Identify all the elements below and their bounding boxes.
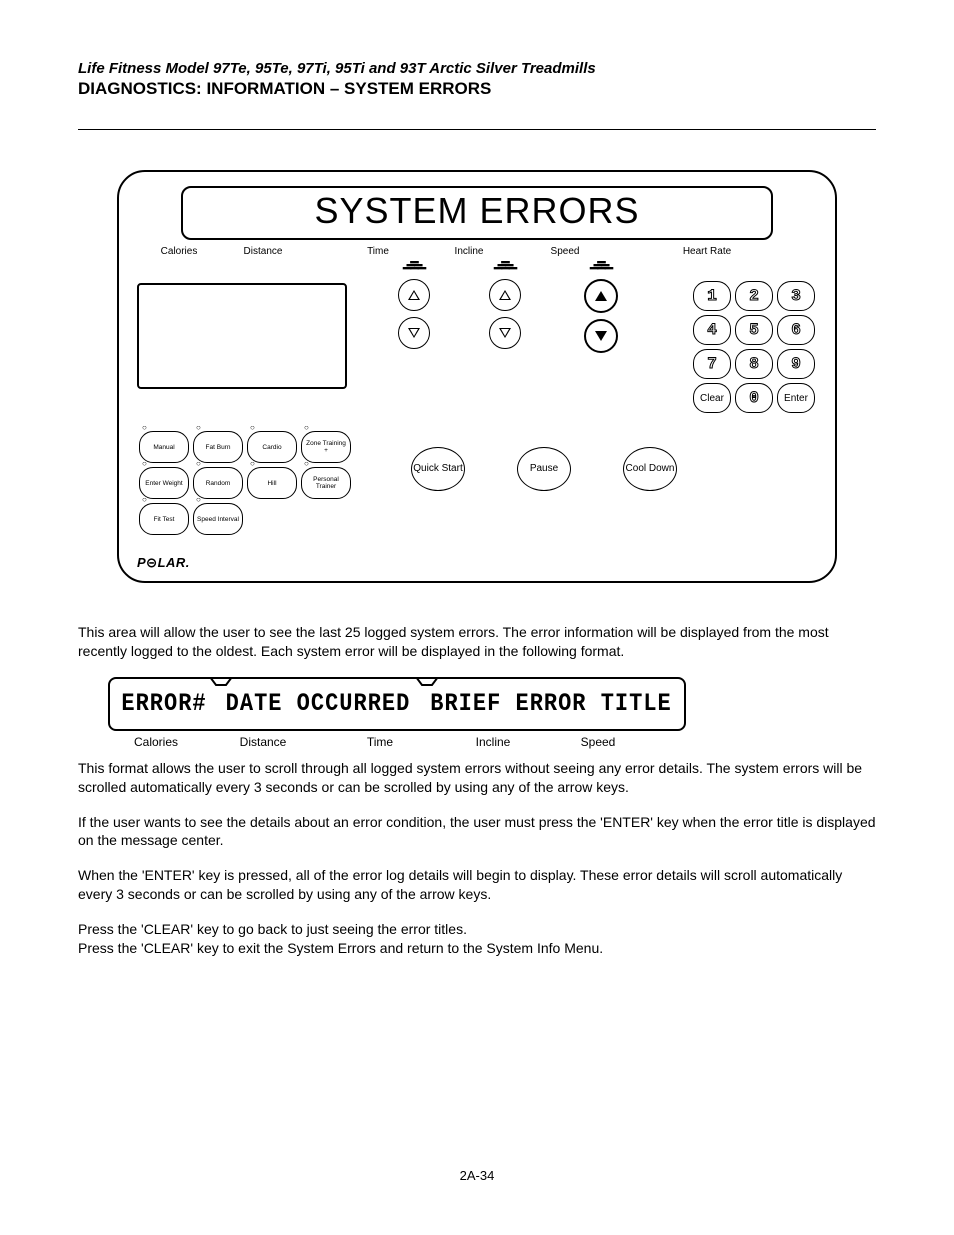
strip-date-occurred: DATE OCCURRED: [226, 689, 411, 718]
paragraph-2: This format allows the user to scroll th…: [78, 759, 876, 797]
quick-start-button[interactable]: Quick Start: [411, 447, 465, 491]
key-9[interactable]: 9: [777, 349, 815, 379]
strip-label-time: Time: [322, 735, 438, 749]
speed-arrows: ━━━━━━: [553, 261, 649, 356]
key-clear[interactable]: Clear: [693, 383, 731, 413]
program-buttons: Manual Fat Burn Cardio Zone Training + E…: [137, 429, 381, 537]
console-panel: SYSTEM ERRORS Calories Distance Time Inc…: [117, 170, 837, 583]
key-5[interactable]: 5: [735, 315, 773, 345]
label-time: Time: [335, 246, 421, 257]
page-number: 2A-34: [78, 1168, 876, 1183]
time-arrows: ━━━━━━: [371, 261, 457, 356]
strip-label-incline: Incline: [438, 735, 548, 749]
key-8[interactable]: 8: [735, 349, 773, 379]
prog-speed-interval[interactable]: Speed Interval: [193, 503, 243, 535]
key-1[interactable]: 1: [693, 281, 731, 311]
cool-down-button[interactable]: Cool Down: [623, 447, 677, 491]
paragraph-5b: Press the 'CLEAR' key to exit the System…: [78, 939, 876, 958]
message-center: [137, 283, 347, 389]
key-0[interactable]: 0: [735, 383, 773, 413]
prog-hill[interactable]: Hill: [247, 467, 297, 499]
strip-brief-error-title: BRIEF ERROR TITLE: [430, 689, 671, 718]
strip-label-distance: Distance: [204, 735, 322, 749]
incline-up-button[interactable]: [489, 279, 521, 311]
polar-logo: P⊝LAR.: [137, 555, 817, 571]
key-6[interactable]: 6: [777, 315, 815, 345]
model-line: Life Fitness Model 97Te, 95Te, 97Ti, 95T…: [78, 60, 876, 77]
prog-fit-test[interactable]: Fit Test: [139, 503, 189, 535]
key-4[interactable]: 4: [693, 315, 731, 345]
key-3[interactable]: 3: [777, 281, 815, 311]
numeric-keypad: 1 2 3 4 5 6 7 8 9 Clear 0 Enter: [691, 279, 817, 415]
speed-up-button[interactable]: [584, 279, 618, 313]
key-enter[interactable]: Enter: [777, 383, 815, 413]
error-format-strip: ERROR# DATE OCCURRED BRIEF ERROR TITLE C…: [108, 677, 686, 749]
prog-personal-trainer[interactable]: Personal Trainer: [301, 467, 351, 499]
strip-label-speed: Speed: [548, 735, 648, 749]
paragraph-5a: Press the 'CLEAR' key to go back to just…: [78, 920, 876, 939]
key-7[interactable]: 7: [693, 349, 731, 379]
pause-button[interactable]: Pause: [517, 447, 571, 491]
system-errors-title: SYSTEM ERRORS: [181, 186, 773, 240]
paragraph-3: If the user wants to see the details abo…: [78, 813, 876, 851]
paragraph-1: This area will allow the user to see the…: [78, 623, 876, 661]
incline-down-button[interactable]: [489, 317, 521, 349]
label-heart-rate: Heart Rate: [667, 246, 747, 257]
column-labels: Calories Distance Time Incline Speed Hea…: [137, 246, 817, 257]
time-up-button[interactable]: [398, 279, 430, 311]
strip-label-calories: Calories: [108, 735, 204, 749]
speed-down-button[interactable]: [584, 319, 618, 353]
key-2[interactable]: 2: [735, 281, 773, 311]
label-distance: Distance: [221, 246, 305, 257]
paragraph-4: When the 'ENTER' key is pressed, all of …: [78, 866, 876, 904]
time-down-button[interactable]: [398, 317, 430, 349]
strip-error-number: ERROR#: [121, 689, 206, 718]
incline-arrows: ━━━━━━: [457, 261, 553, 356]
header-rule: [78, 129, 876, 130]
label-calories: Calories: [137, 246, 221, 257]
section-title: DIAGNOSTICS: INFORMATION – SYSTEM ERRORS: [78, 79, 876, 99]
